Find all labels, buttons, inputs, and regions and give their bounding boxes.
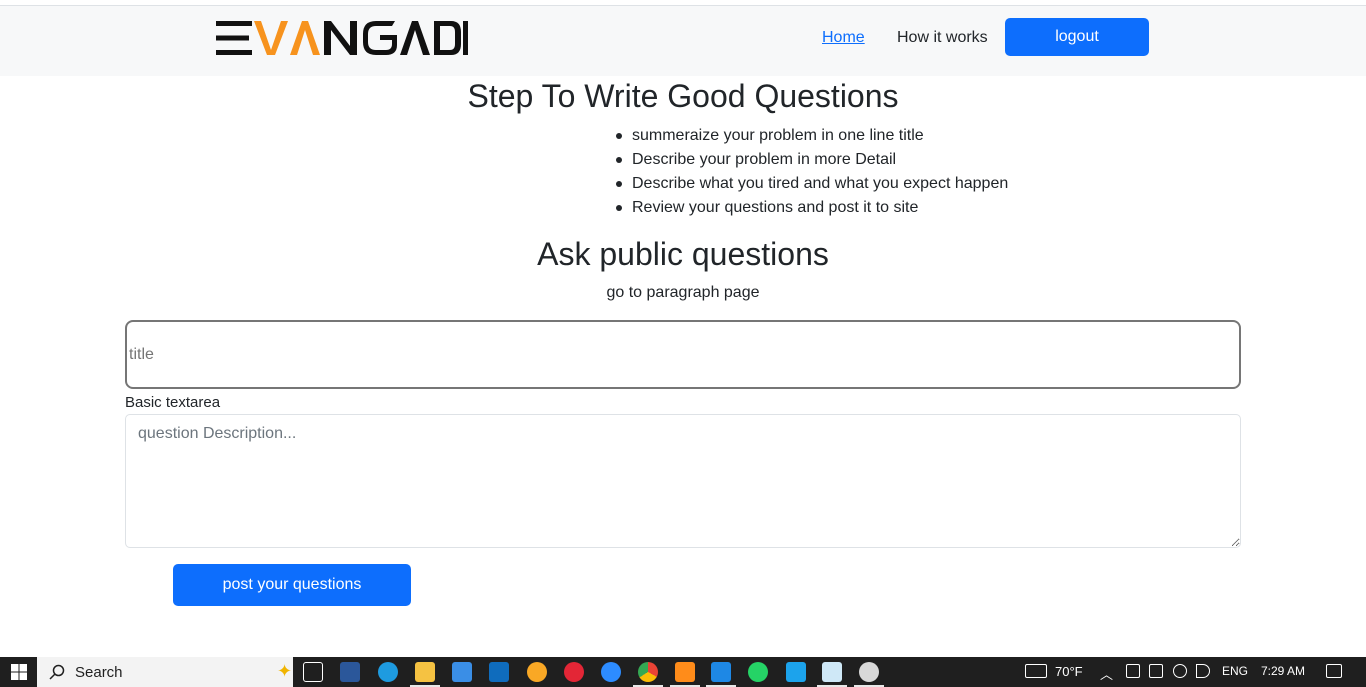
list-item: summeraize your problem in one line titl… [616,124,1008,148]
bullet [616,181,622,187]
steps-title: Step To Write Good Questions [467,78,899,114]
meet-icon[interactable] [1126,664,1140,678]
mail-icon[interactable] [489,662,509,682]
task-view-icon[interactable] [303,662,323,682]
list-item-text: summeraize your problem in one line titl… [632,127,924,144]
textarea-label: Basic textarea [125,394,221,411]
clock[interactable]: 7:29 AM [1261,664,1305,678]
nav-home-link[interactable]: Home [822,29,865,47]
taskbar-search-box[interactable]: Search ✦ [37,657,293,687]
volume-icon[interactable] [1196,664,1210,678]
chevron-up-icon[interactable]: ︿ [1100,664,1113,683]
notification-icon[interactable] [1326,664,1342,678]
taskbar-search-label: Search [75,664,123,681]
whatsapp-icon[interactable] [748,662,768,682]
weather-temp[interactable]: 70°F [1055,664,1083,679]
sparkle-icon: ✦ [277,661,293,681]
site-header: Home How it works logout [0,6,1366,76]
mongodb-icon[interactable] [786,662,806,682]
edge-icon[interactable] [378,662,398,682]
title-input[interactable] [125,320,1241,389]
evangadi-logo[interactable] [216,20,468,56]
ask-subtitle: go to paragraph page [606,284,760,301]
bullet [616,205,622,211]
vscode-icon[interactable] [706,662,736,687]
bullet [616,133,622,139]
windows-start-icon[interactable] [0,657,37,687]
list-item-text: Review your questions and post it to sit… [632,199,919,216]
post-question-button[interactable]: post your questions [173,564,411,606]
description-textarea[interactable] [125,414,1241,548]
notepad-icon[interactable] [817,662,847,687]
nav-how-it-works-link[interactable]: How it works [897,29,988,47]
zoom-icon[interactable] [601,662,621,682]
list-item-text: Describe your problem in more Detail [632,151,897,168]
list-item: Describe your problem in more Detail [616,148,1008,172]
list-item: Review your questions and post it to sit… [616,196,1008,220]
steps-list: summeraize your problem in one line titl… [616,124,1009,220]
chrome-icon[interactable] [633,662,663,687]
ask-title: Ask public questions [537,236,829,272]
logout-button[interactable]: logout [1005,18,1149,56]
list-item: Describe what you tired and what you exp… [616,172,1009,196]
list-item-text: Describe what you tired and what you exp… [632,175,1009,192]
opera-icon[interactable] [564,662,584,682]
page: Home How it works logout Step To Write G… [0,0,1366,687]
obs-icon[interactable] [854,662,884,687]
sublime-icon[interactable] [670,662,700,687]
word-icon[interactable] [340,662,360,682]
weather-icon[interactable] [1025,664,1047,678]
store-icon[interactable] [452,662,472,682]
brave-icon[interactable] [527,662,547,682]
search-icon [49,664,65,680]
network-icon[interactable] [1173,664,1187,678]
language-indicator[interactable]: ENG [1222,664,1248,678]
bullet [616,157,622,163]
file-explorer-icon[interactable] [410,662,440,687]
battery-icon[interactable] [1149,664,1163,678]
windows-taskbar: Search ✦ 70°F ︿ ENG 7:29 AM [0,657,1366,687]
